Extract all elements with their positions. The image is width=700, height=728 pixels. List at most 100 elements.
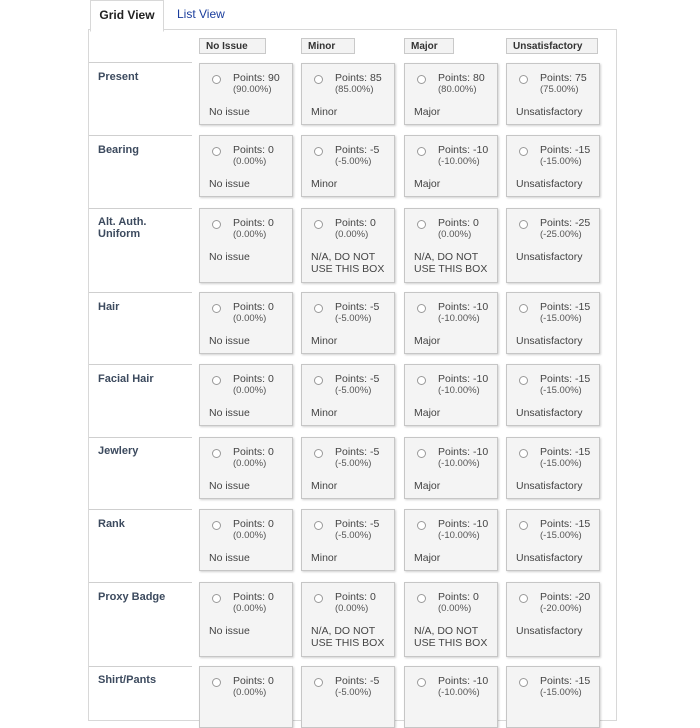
row-divider <box>89 582 192 583</box>
rubric-cell[interactable]: Points: -10 (-10.00%) <box>404 666 498 728</box>
rubric-cell[interactable]: Points: -15 (-15.00%) Unsatisfactory <box>506 364 600 426</box>
row-divider <box>89 62 192 63</box>
cell-points: Points: 0 <box>438 217 479 229</box>
rubric-cell[interactable]: Points: -15 (-15.00%) Unsatisfactory <box>506 135 600 197</box>
cell-points: Points: 0 <box>233 446 274 458</box>
cell-points: Points: -5 <box>335 301 380 313</box>
cell-percent: (0.00%) <box>233 603 267 614</box>
rubric-cell[interactable]: Points: -15 (-15.00%) Unsatisfactory <box>506 292 600 354</box>
rubric-cell[interactable]: Points: 80 (80.00%) Major <box>404 63 498 125</box>
criterion-label: Bearing <box>98 144 139 156</box>
cell-level-label: Major <box>414 178 441 190</box>
cell-points: Points: -5 <box>335 675 380 687</box>
cell-percent: (0.00%) <box>335 229 369 240</box>
cell-percent: (0.00%) <box>438 229 472 240</box>
column-header-2: Major <box>404 38 454 54</box>
rubric-cell[interactable]: Points: 0 (0.00%) No issue <box>199 135 293 197</box>
cell-points: Points: 85 <box>335 72 382 84</box>
rubric-cell[interactable]: Points: 0 (0.00%) No issue <box>199 208 293 283</box>
row-divider <box>89 135 192 136</box>
cell-percent: (-10.00%) <box>438 687 480 698</box>
cell-points: Points: 0 <box>233 144 274 156</box>
rubric-cell[interactable]: Points: 0 (0.00%) N/A, DO NOT USE THIS BOX <box>404 208 498 283</box>
cell-points: Points: -15 <box>540 144 591 156</box>
cell-points: Points: 0 <box>233 217 274 229</box>
cell-points: Points: -5 <box>335 373 380 385</box>
cell-level-label: N/A, DO NOT USE THIS BOX <box>414 625 488 649</box>
cell-percent: (-10.00%) <box>438 313 480 324</box>
rubric-cell[interactable]: Points: -10 (-10.00%) Major <box>404 135 498 197</box>
tab-grid-view[interactable]: Grid View <box>90 0 164 32</box>
rubric-cell[interactable]: Points: -5 (-5.00%) Minor <box>301 135 395 197</box>
rubric-cell[interactable]: Points: 0 (0.00%) No issue <box>199 509 293 571</box>
cell-level-label: Major <box>414 480 441 492</box>
cell-percent: (-5.00%) <box>335 530 372 541</box>
cell-level-label: No issue <box>209 251 250 263</box>
cell-percent: (0.00%) <box>233 385 267 396</box>
criterion-label: Rank <box>98 518 125 530</box>
cell-points: Points: 0 <box>233 373 274 385</box>
rubric-cell[interactable]: Points: -25 (-25.00%) Unsatisfactory <box>506 208 600 283</box>
rubric-cell[interactable]: Points: 0 (0.00%) N/A, DO NOT USE THIS BOX <box>301 582 395 657</box>
rubric-cell[interactable]: Points: 0 (0.00%) N/A, DO NOT USE THIS BOX <box>404 582 498 657</box>
cell-points: Points: -10 <box>438 675 489 687</box>
criterion-label: Facial Hair <box>98 373 154 385</box>
cell-points: Points: -15 <box>540 446 591 458</box>
cell-points: Points: 0 <box>438 591 479 603</box>
cell-level-label: N/A, DO NOT USE THIS BOX <box>311 625 385 649</box>
cell-level-label: Major <box>414 552 441 564</box>
cell-percent: (-5.00%) <box>335 313 372 324</box>
cell-percent: (0.00%) <box>233 229 267 240</box>
tab-list-view[interactable]: List View <box>177 0 225 30</box>
rubric-cell[interactable]: Points: 90 (90.00%) No issue <box>199 63 293 125</box>
cell-percent: (75.00%) <box>540 84 579 95</box>
rubric-cell[interactable]: Points: -15 (-15.00%) Unsatisfactory <box>506 437 600 499</box>
rubric-cell[interactable]: Points: -20 (-20.00%) Unsatisfactory <box>506 582 600 657</box>
cell-level-label: N/A, DO NOT USE THIS BOX <box>414 251 488 275</box>
cell-level-label: No issue <box>209 625 250 637</box>
cell-points: Points: 0 <box>233 591 274 603</box>
cell-points: Points: 75 <box>540 72 587 84</box>
cell-points: Points: 0 <box>233 518 274 530</box>
cell-level-label: Minor <box>311 178 338 190</box>
rubric-cell[interactable]: Points: 0 (0.00%) N/A, DO NOT USE THIS BOX <box>301 208 395 283</box>
cell-points: Points: 0 <box>233 675 274 687</box>
cell-percent: (0.00%) <box>438 603 472 614</box>
cell-percent: (-15.00%) <box>540 687 582 698</box>
cell-level-label: No issue <box>209 407 250 419</box>
rubric-cell[interactable]: Points: 0 (0.00%) No issue <box>199 292 293 354</box>
rubric-cell[interactable]: Points: 0 (0.00%) No issue <box>199 364 293 426</box>
cell-points: Points: -15 <box>540 373 591 385</box>
rubric-cell[interactable]: Points: -5 (-5.00%) Minor <box>301 509 395 571</box>
cell-points: Points: -15 <box>540 518 591 530</box>
rubric-cell[interactable]: Points: -5 (-5.00%) Minor <box>301 437 395 499</box>
cell-percent: (-25.00%) <box>540 229 582 240</box>
cell-percent: (-15.00%) <box>540 530 582 541</box>
cell-points: Points: -10 <box>438 144 489 156</box>
rubric-cell[interactable]: Points: 0 (0.00%) No issue <box>199 437 293 499</box>
rubric-cell[interactable]: Points: -10 (-10.00%) Major <box>404 509 498 571</box>
rubric-cell[interactable]: Points: -15 (-15.00%) Unsatisfactory <box>506 509 600 571</box>
rubric-cell[interactable]: Points: -5 (-5.00%) Minor <box>301 292 395 354</box>
cell-percent: (-10.00%) <box>438 385 480 396</box>
rubric-cell[interactable]: Points: -10 (-10.00%) Major <box>404 437 498 499</box>
row-divider <box>89 666 192 667</box>
rubric-cell[interactable]: Points: -10 (-10.00%) Major <box>404 292 498 354</box>
rubric-cell[interactable]: Points: -5 (-5.00%) Minor <box>301 364 395 426</box>
cell-level-label: Minor <box>311 552 338 564</box>
rubric-cell[interactable]: Points: 0 (0.00%) No issue <box>199 582 293 657</box>
column-header-1: Minor <box>301 38 355 54</box>
rubric-cell[interactable]: Points: -5 (-5.00%) <box>301 666 395 728</box>
rubric-cell[interactable]: Points: -15 (-15.00%) <box>506 666 600 728</box>
rubric-cell[interactable]: Points: 75 (75.00%) Unsatisfactory <box>506 63 600 125</box>
cell-points: Points: 0 <box>335 217 376 229</box>
rubric-cell[interactable]: Points: -10 (-10.00%) Major <box>404 364 498 426</box>
cell-level-label: Minor <box>311 106 338 118</box>
rubric-cell[interactable]: Points: 0 (0.00%) <box>199 666 293 728</box>
cell-points: Points: 90 <box>233 72 280 84</box>
rubric-cell[interactable]: Points: 85 (85.00%) Minor <box>301 63 395 125</box>
cell-points: Points: -5 <box>335 144 380 156</box>
cell-points: Points: -15 <box>540 675 591 687</box>
cell-percent: (0.00%) <box>233 313 267 324</box>
cell-percent: (0.00%) <box>335 603 369 614</box>
